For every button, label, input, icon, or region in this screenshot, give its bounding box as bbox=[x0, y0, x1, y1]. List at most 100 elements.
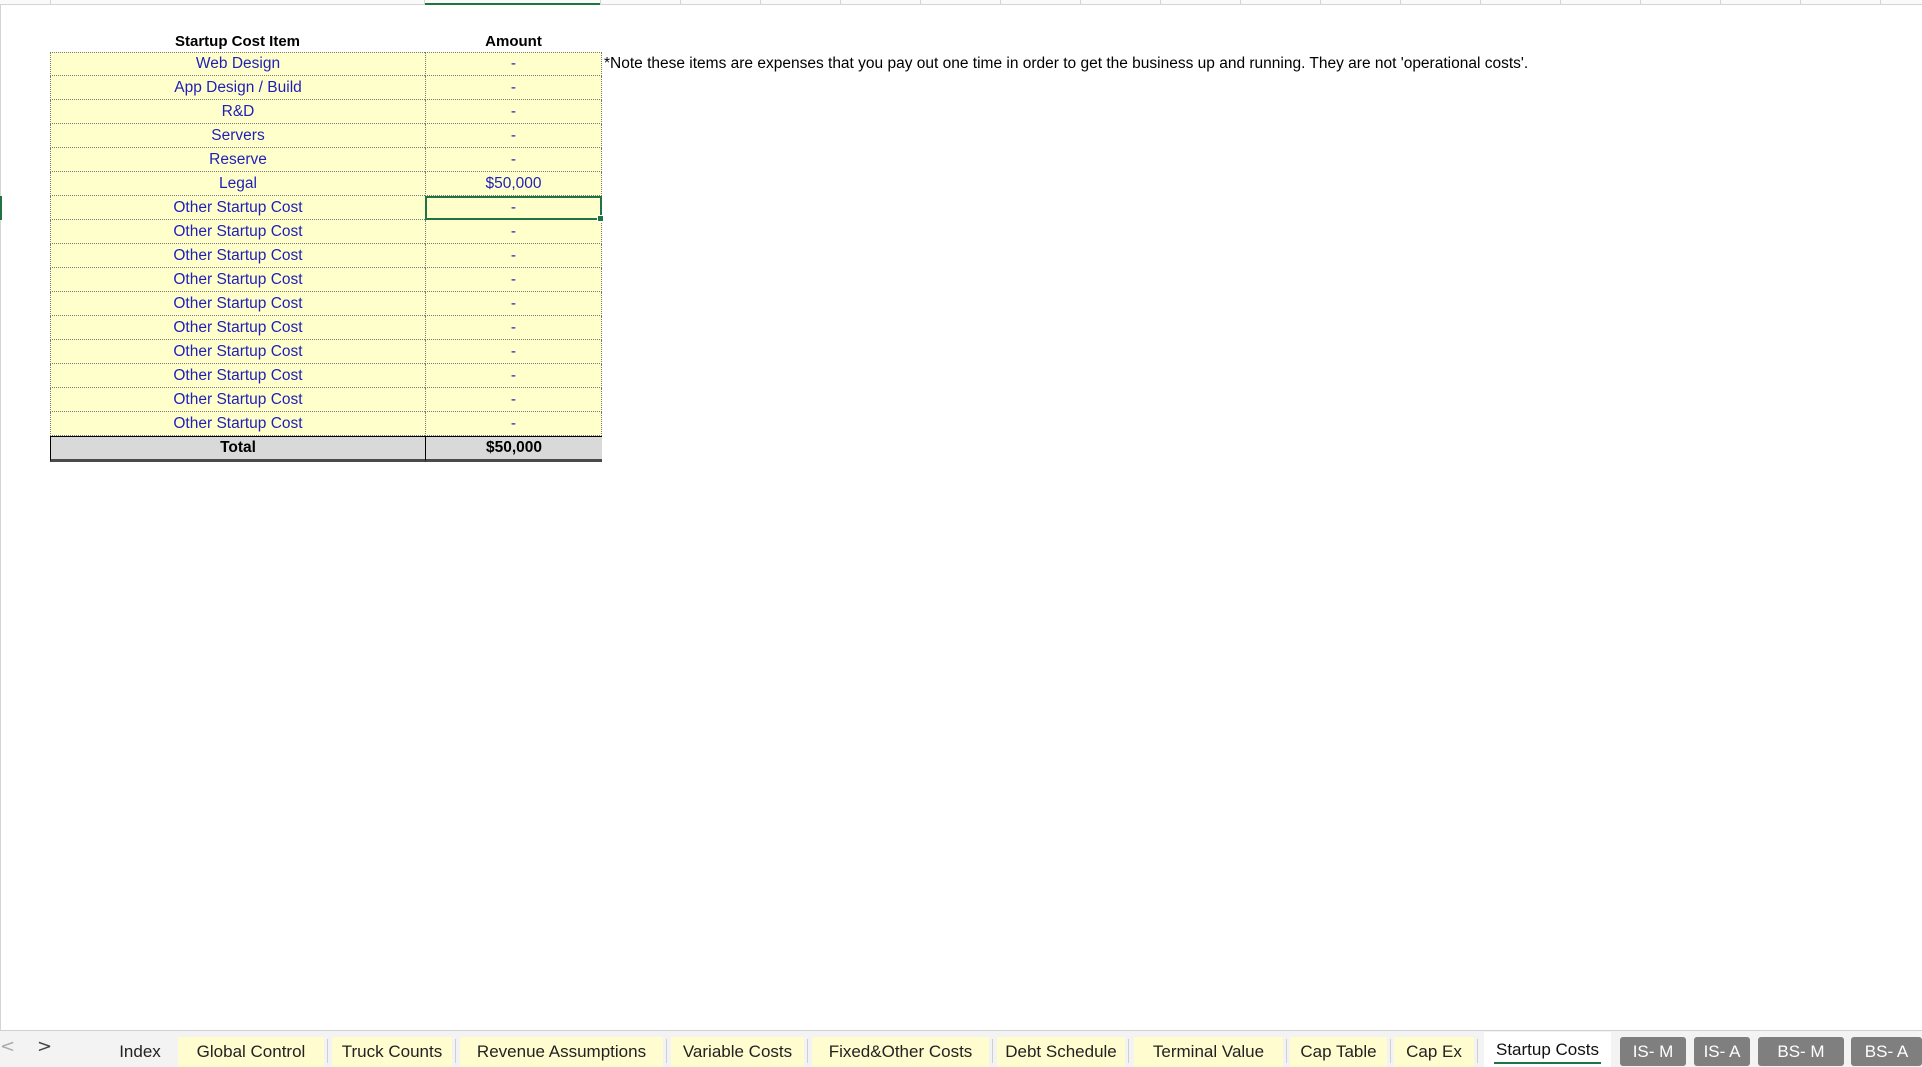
sheet-tab-label: Debt Schedule bbox=[1005, 1042, 1117, 1061]
table-row: Other Startup Cost - bbox=[50, 316, 602, 340]
sheet-tab-global-control[interactable]: Global Control bbox=[178, 1037, 324, 1067]
cost-item-cell[interactable]: App Design / Build bbox=[50, 76, 425, 100]
column-divider bbox=[1800, 0, 1801, 5]
note-text[interactable]: *Note these items are expenses that you … bbox=[604, 55, 1528, 73]
sheet-tab-revenue-assumptions[interactable]: Revenue Assumptions bbox=[460, 1037, 663, 1067]
total-amount-cell[interactable]: $50,000 bbox=[425, 436, 602, 462]
sheet-tab-is-m[interactable]: IS- M bbox=[1620, 1037, 1686, 1066]
column-header-bar bbox=[0, 0, 1922, 5]
amount-cell[interactable]: - bbox=[425, 148, 602, 172]
column-divider bbox=[1880, 0, 1881, 5]
cost-item-cell[interactable]: Reserve bbox=[50, 148, 425, 172]
column-divider bbox=[1720, 0, 1721, 5]
column-divider bbox=[760, 0, 761, 5]
sheet-tab-label: Revenue Assumptions bbox=[476, 1042, 647, 1061]
tab-separator bbox=[1128, 1039, 1129, 1063]
sheet-tab-variable-costs[interactable]: Variable Costs bbox=[671, 1037, 804, 1067]
amount-cell[interactable]: - bbox=[425, 292, 602, 316]
sheet-tab-bs-a[interactable]: BS- A bbox=[1851, 1037, 1922, 1066]
sheet-tab-label: BS- M bbox=[1777, 1041, 1825, 1061]
cost-item-cell[interactable]: Other Startup Cost bbox=[50, 412, 425, 436]
amount-cell[interactable]: - bbox=[425, 316, 602, 340]
table-row: Web Design - bbox=[50, 52, 602, 76]
startup-costs-table: Startup Cost Item Amount Web Design - App … bbox=[50, 31, 604, 462]
sheet-tab-label: Cap Table bbox=[1300, 1042, 1377, 1061]
column-divider bbox=[920, 0, 921, 5]
header-startup-cost-item[interactable]: Startup Cost Item bbox=[50, 33, 425, 50]
column-divider bbox=[680, 0, 681, 5]
cost-item-cell[interactable]: Other Startup Cost bbox=[50, 316, 425, 340]
sheet-tab-label: Global Control bbox=[196, 1042, 306, 1061]
column-divider bbox=[1320, 0, 1321, 5]
column-divider bbox=[1400, 0, 1401, 5]
amount-cell[interactable]: - bbox=[425, 220, 602, 244]
sheet-tab-terminal-value[interactable]: Terminal Value bbox=[1134, 1037, 1283, 1067]
sheet-tab-label: Truck Counts bbox=[341, 1042, 443, 1061]
cost-item-cell[interactable]: Other Startup Cost bbox=[50, 388, 425, 412]
amount-cell[interactable]: - bbox=[425, 268, 602, 292]
amount-cell[interactable]: - bbox=[425, 124, 602, 148]
chevron-right-icon[interactable]: > bbox=[37, 1036, 52, 1057]
table-row: Other Startup Cost - bbox=[50, 244, 602, 268]
amount-cell[interactable]: - bbox=[425, 388, 602, 412]
cost-item-cell[interactable]: R&D bbox=[50, 100, 425, 124]
table-row: Other Startup Cost - bbox=[50, 220, 602, 244]
sheet-tab-debt-schedule[interactable]: Debt Schedule bbox=[997, 1037, 1125, 1067]
cost-item-cell[interactable]: Other Startup Cost bbox=[50, 244, 425, 268]
table-row: Other Startup Cost - bbox=[50, 340, 602, 364]
cost-item-cell[interactable]: Web Design bbox=[50, 52, 425, 76]
sheet-tab-cap-ex[interactable]: Cap Ex bbox=[1394, 1037, 1474, 1067]
amount-cell[interactable]: - bbox=[425, 76, 602, 100]
amount-cell[interactable]: $50,000 bbox=[425, 172, 602, 196]
sheet-tab-label: Terminal Value bbox=[1152, 1042, 1265, 1061]
cost-item-cell[interactable]: Other Startup Cost bbox=[50, 364, 425, 388]
table-row: Legal $50,000 bbox=[50, 172, 602, 196]
sheet-tab-label: BS- A bbox=[1864, 1041, 1909, 1061]
sheet-tab-label: Index bbox=[119, 1042, 161, 1061]
amount-cell[interactable]: - bbox=[425, 412, 602, 436]
amount-cell[interactable]: - bbox=[425, 340, 602, 364]
table-row: Other Startup Cost - bbox=[50, 412, 602, 436]
cost-item-cell[interactable]: Servers bbox=[50, 124, 425, 148]
cost-item-cell[interactable]: Other Startup Cost bbox=[50, 340, 425, 364]
tab-separator bbox=[327, 1039, 328, 1063]
cost-item-cell[interactable]: Legal bbox=[50, 172, 425, 196]
tab-separator bbox=[1477, 1039, 1478, 1063]
sheet-tab-index[interactable]: Index bbox=[105, 1037, 175, 1067]
sheet-tab-label: Fixed&Other Costs bbox=[828, 1042, 973, 1061]
amount-cell[interactable]: - bbox=[425, 244, 602, 268]
sheet-tab-bar: < > Index Global Control Truck Counts Reven… bbox=[0, 1030, 1922, 1067]
tab-separator bbox=[807, 1039, 808, 1063]
header-amount[interactable]: Amount bbox=[425, 33, 602, 50]
cost-item-cell[interactable]: Other Startup Cost bbox=[50, 220, 425, 244]
table-row: Servers - bbox=[50, 124, 602, 148]
amount-cell[interactable]: - bbox=[425, 364, 602, 388]
tab-separator bbox=[455, 1039, 456, 1063]
amount-cell[interactable]: - bbox=[425, 100, 602, 124]
sheet-tab-label: Cap Ex bbox=[1406, 1042, 1462, 1061]
total-label-cell[interactable]: Total bbox=[50, 436, 425, 462]
tab-separator bbox=[666, 1039, 667, 1063]
sheet-tab-cap-table[interactable]: Cap Table bbox=[1290, 1037, 1387, 1067]
sheet-tab-bs-m[interactable]: BS- M bbox=[1758, 1037, 1844, 1066]
sheet-tab-fixed-other-costs[interactable]: Fixed&Other Costs bbox=[812, 1037, 989, 1067]
sheet-tab-startup-costs[interactable]: Startup Costs bbox=[1484, 1032, 1611, 1067]
total-row: Total $50,000 bbox=[50, 436, 602, 462]
amount-cell[interactable]: - bbox=[425, 52, 602, 76]
sheet-tab-label: IS- M bbox=[1632, 1041, 1674, 1061]
cost-item-cell[interactable]: Other Startup Cost bbox=[50, 196, 425, 220]
table-row: Other Startup Cost - bbox=[50, 292, 602, 316]
column-divider bbox=[1640, 0, 1641, 5]
table-body: Web Design - App Design / Build - R&D - Server… bbox=[50, 52, 604, 436]
cost-item-cell[interactable]: Other Startup Cost bbox=[50, 268, 425, 292]
active-row-indicator bbox=[0, 196, 2, 220]
column-divider bbox=[840, 0, 841, 5]
table-header: Startup Cost Item Amount bbox=[50, 31, 602, 52]
column-divider bbox=[1560, 0, 1561, 5]
cost-item-cell[interactable]: Other Startup Cost bbox=[50, 292, 425, 316]
tab-separator bbox=[1390, 1039, 1391, 1063]
sheet-tab-truck-counts[interactable]: Truck Counts bbox=[332, 1037, 452, 1067]
amount-cell[interactable]: - bbox=[425, 196, 604, 222]
sheet-tab-is-a[interactable]: IS- A bbox=[1694, 1037, 1750, 1066]
chevron-left-icon[interactable]: < bbox=[0, 1036, 15, 1057]
